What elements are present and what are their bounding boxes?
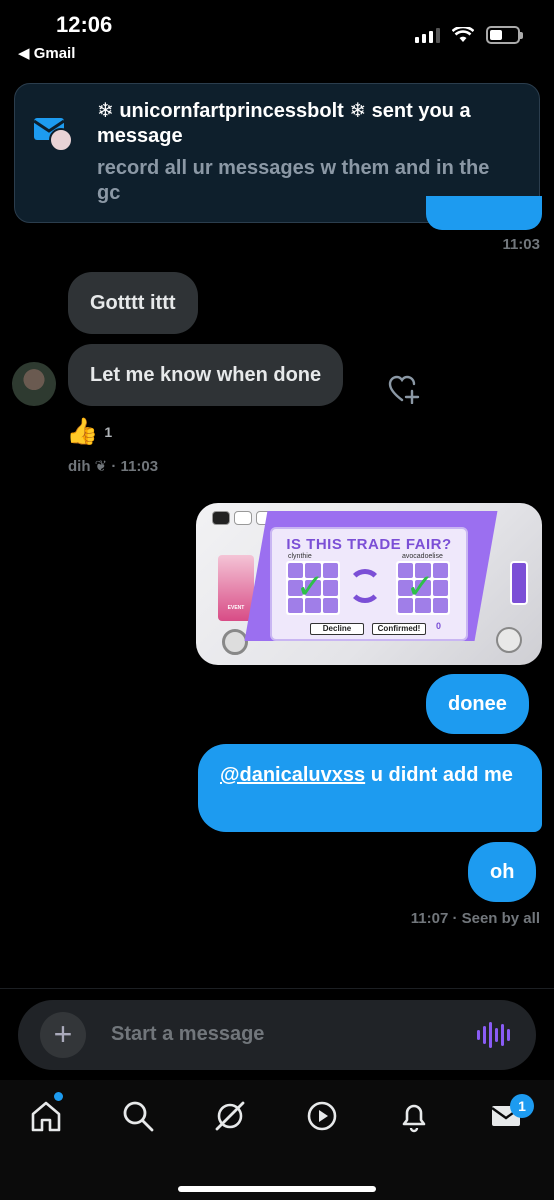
trade-title: IS THIS TRADE FAIR? bbox=[286, 536, 452, 553]
check-icon: ✓ bbox=[406, 568, 435, 606]
outgoing-message-bubble-partial[interactable] bbox=[426, 196, 542, 230]
add-reaction-heart-icon[interactable] bbox=[388, 374, 420, 404]
game-joystick bbox=[222, 629, 248, 655]
outgoing-message-bubble[interactable]: oh bbox=[468, 842, 537, 902]
thumbs-up-icon: 👍 bbox=[66, 416, 99, 446]
battery-icon bbox=[486, 26, 523, 44]
video-play-icon[interactable] bbox=[304, 1098, 340, 1134]
sender-avatar bbox=[49, 128, 73, 152]
incoming-message-bubble[interactable]: Gotttt ittt bbox=[68, 272, 198, 334]
message-meta: 11:07 · Seen by all bbox=[410, 910, 540, 927]
messages-badge: 1 bbox=[510, 1094, 534, 1118]
user-mention-link[interactable]: @danicaluvxss bbox=[220, 764, 365, 786]
home-unread-dot bbox=[54, 1092, 63, 1101]
message-input[interactable]: Start a message bbox=[111, 1023, 264, 1046]
check-icon: ✓ bbox=[296, 568, 325, 606]
status-icons bbox=[415, 26, 523, 44]
notifications-bell-icon[interactable] bbox=[396, 1098, 432, 1134]
back-to-gmail-link[interactable]: ◀ Gmail bbox=[18, 44, 75, 62]
event-label: EVENT bbox=[227, 605, 245, 611]
confirmed-button: Confirmed! bbox=[372, 623, 426, 635]
shared-image-game-screenshot[interactable]: EVENT IS THIS TRADE FAIR? clynthie avoca… bbox=[196, 503, 542, 665]
side-tab bbox=[510, 561, 528, 605]
sender-avatar[interactable] bbox=[12, 362, 56, 406]
notification-sender: ❄ unicornfartprincessbolt ❄ sent you a m… bbox=[97, 100, 471, 147]
message-timestamp: 11:03 bbox=[502, 236, 540, 253]
trade-user-left: clynthie bbox=[288, 553, 312, 560]
status-time: 12:06 bbox=[56, 12, 113, 37]
outgoing-message-bubble[interactable]: @danicaluvxss u didnt add me bbox=[198, 744, 542, 832]
incoming-message-bubble[interactable]: Let me know when done bbox=[68, 344, 344, 406]
event-banner bbox=[218, 555, 254, 621]
add-media-plus-icon[interactable]: + bbox=[40, 1012, 86, 1058]
search-icon[interactable] bbox=[120, 1098, 156, 1134]
wifi-icon bbox=[452, 27, 474, 42]
cellular-signal-icon bbox=[415, 27, 440, 43]
decline-button: Decline bbox=[310, 623, 364, 635]
reaction-count: 1 bbox=[104, 423, 113, 440]
outgoing-message-bubble[interactable]: donee bbox=[426, 674, 529, 734]
home-indicator bbox=[178, 1186, 376, 1192]
bottom-tab-bar bbox=[0, 1080, 554, 1200]
grok-icon[interactable] bbox=[212, 1098, 248, 1134]
message-reaction[interactable]: 👍 1 bbox=[66, 416, 112, 447]
voice-message-icon[interactable] bbox=[477, 1022, 510, 1048]
eye-count: 0 bbox=[436, 621, 442, 631]
swap-icon bbox=[348, 569, 382, 603]
message-composer: + Start a message bbox=[18, 1000, 536, 1070]
home-icon[interactable] bbox=[28, 1098, 64, 1134]
message-meta: dih ❦ · 11:03 bbox=[68, 458, 159, 475]
message-text: u didnt add me bbox=[365, 764, 513, 786]
trade-user-right: avocadoelise bbox=[402, 553, 443, 560]
game-up-button bbox=[496, 627, 522, 653]
divider bbox=[0, 988, 554, 989]
